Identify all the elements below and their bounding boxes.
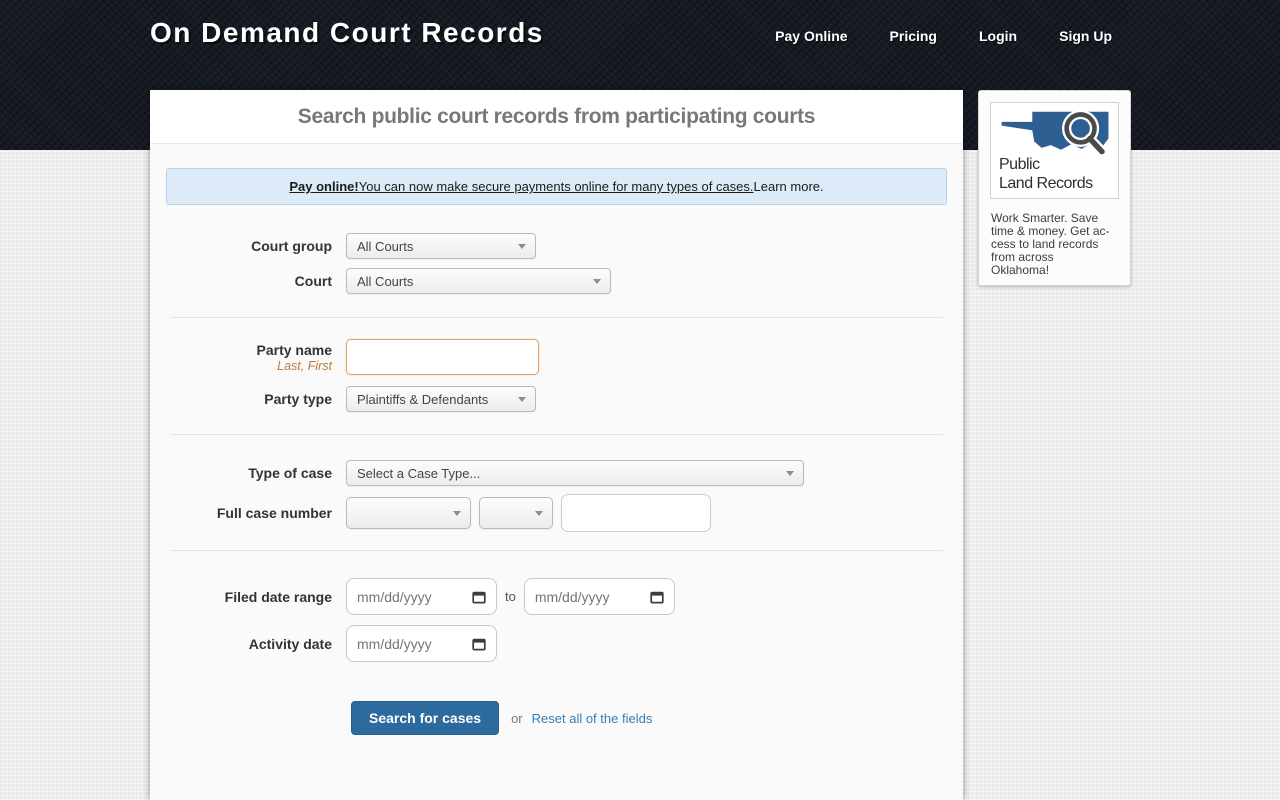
court-group-label: Court group	[150, 238, 332, 254]
search-form: Pay online! You can now make secure paym…	[150, 143, 963, 800]
submit-row: Search for cases or Reset all of the fie…	[351, 701, 652, 735]
party-type-value: Plaintiffs & Defendants	[357, 392, 488, 407]
chevron-down-icon	[535, 511, 543, 516]
search-panel: Search public court records from partici…	[150, 90, 963, 800]
party-type-row: Party type Plaintiffs & Defendants	[150, 386, 963, 412]
site-logo[interactable]: On Demand Court Records	[150, 17, 544, 49]
oklahoma-state-icon	[999, 108, 1112, 160]
party-name-input[interactable]	[346, 339, 539, 375]
date-range-separator: to	[505, 589, 516, 604]
party-type-label: Party type	[150, 391, 332, 407]
case-type-row: Type of case Select a Case Type...	[150, 460, 963, 486]
party-type-select[interactable]: Plaintiffs & Defendants	[346, 386, 536, 412]
case-number-label: Full case number	[150, 505, 332, 521]
section-divider	[170, 434, 943, 435]
court-group-value: All Courts	[357, 239, 413, 254]
public-land-records-widget[interactable]: Public Land Records Work Smarter. Save t…	[978, 90, 1131, 286]
widget-description: Work Smarter. Save time & money. Get ac-…	[991, 212, 1124, 277]
court-value: All Courts	[357, 274, 413, 289]
calendar-icon[interactable]	[472, 590, 486, 604]
nav-login[interactable]: Login	[979, 28, 1017, 44]
public-land-records-logo[interactable]: Public Land Records	[990, 102, 1119, 199]
filed-date-label: Filed date range	[150, 589, 332, 605]
court-label: Court	[150, 273, 332, 289]
or-text: or	[511, 711, 523, 726]
chevron-down-icon	[593, 279, 601, 284]
reset-fields-link[interactable]: Reset all of the fields	[532, 711, 653, 726]
case-type-label: Type of case	[150, 465, 332, 481]
court-select[interactable]: All Courts	[346, 268, 611, 294]
case-number-year-select[interactable]	[346, 497, 471, 529]
activity-date-input[interactable]	[346, 625, 497, 662]
nav-sign-up[interactable]: Sign Up	[1059, 28, 1112, 44]
section-divider	[170, 550, 943, 551]
chevron-down-icon	[518, 397, 526, 402]
case-number-input[interactable]	[561, 494, 711, 532]
calendar-icon[interactable]	[650, 590, 664, 604]
party-name-row: Party name Last, First	[150, 339, 963, 375]
pay-online-banner[interactable]: Pay online! You can now make secure paym…	[166, 168, 947, 205]
banner-text: You can now make secure payments online …	[359, 179, 754, 194]
activity-date-label: Activity date	[150, 636, 332, 652]
section-divider	[170, 317, 943, 318]
party-name-label: Party name	[150, 342, 332, 358]
nav-pay-online[interactable]: Pay Online	[775, 28, 847, 44]
filed-date-end-input[interactable]	[524, 578, 675, 615]
page-title: Search public court records from partici…	[150, 90, 963, 143]
activity-date-row: Activity date	[150, 625, 963, 662]
court-group-select[interactable]: All Courts	[346, 233, 536, 259]
nav-pricing[interactable]: Pricing	[890, 28, 937, 44]
chevron-down-icon	[786, 471, 794, 476]
court-row: Court All Courts	[150, 268, 963, 294]
case-number-row: Full case number	[150, 494, 963, 532]
logo-wordmark: Public Land Records	[999, 155, 1093, 193]
learn-more-link[interactable]: Learn more.	[754, 179, 824, 194]
filed-date-start-input[interactable]	[346, 578, 497, 615]
calendar-icon[interactable]	[472, 637, 486, 651]
case-type-select[interactable]: Select a Case Type...	[346, 460, 804, 486]
chevron-down-icon	[518, 244, 526, 249]
case-type-value: Select a Case Type...	[357, 466, 480, 481]
search-for-cases-button[interactable]: Search for cases	[351, 701, 499, 735]
court-group-row: Court group All Courts	[150, 233, 963, 259]
party-name-hint: Last, First	[150, 359, 332, 373]
chevron-down-icon	[453, 511, 461, 516]
filed-date-row: Filed date range to	[150, 578, 963, 615]
main-nav: Pay Online Pricing Login Sign Up	[775, 28, 1112, 44]
banner-bold-text: Pay online!	[289, 179, 358, 194]
case-number-prefix-select[interactable]	[479, 497, 553, 529]
